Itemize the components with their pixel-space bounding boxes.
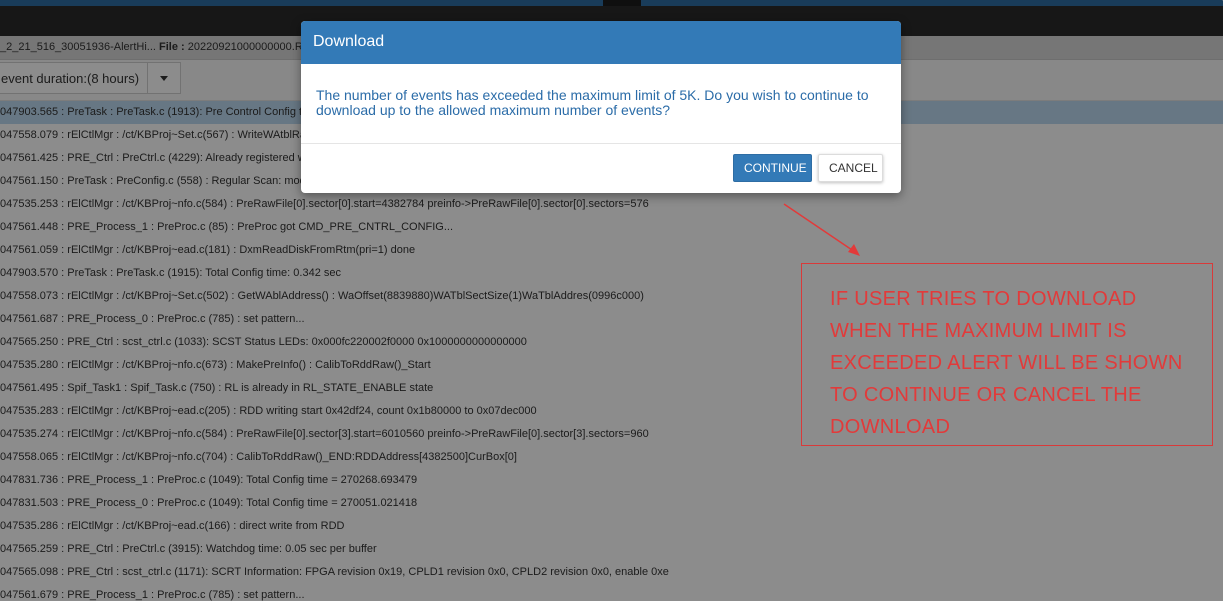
annotation-line: IF USER TRIES TO DOWNLOAD [830, 288, 1137, 310]
annotation-line: TO CONTINUE OR CANCEL THE [830, 384, 1142, 406]
annotation-arrow [783, 203, 860, 256]
annotation-note: IF USER TRIES TO DOWNLOAD WHEN THE MAXIM… [801, 263, 1213, 446]
annotation-line: WHEN THE MAXIMUM LIMIT IS [830, 320, 1127, 342]
cancel-button[interactable]: CANCEL [818, 154, 883, 182]
download-dialog: Download The number of events has exceed… [301, 21, 901, 193]
dialog-title: Download [301, 21, 901, 64]
annotation-line: EXCEEDED ALERT WILL BE SHOWN [830, 352, 1183, 374]
dialog-footer: CONTINUE CANCEL [301, 144, 901, 193]
annotation-line: DOWNLOAD [830, 416, 951, 438]
continue-button[interactable]: CONTINUE [733, 154, 812, 182]
dialog-message: The number of events has exceeded the ma… [301, 64, 901, 144]
